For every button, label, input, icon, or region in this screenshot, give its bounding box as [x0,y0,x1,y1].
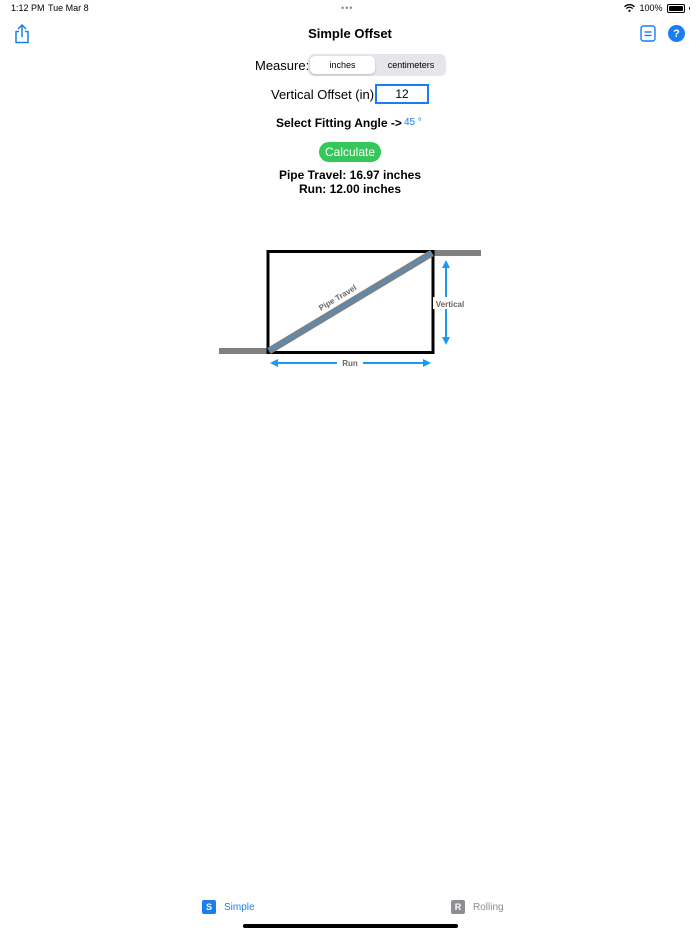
tab-rolling-label: Rolling [473,901,504,913]
tab-simple-label: Simple [224,901,255,913]
simple-badge-icon: S [202,900,216,914]
offset-diagram: Pipe Travel Vertical Run [219,250,481,369]
run-label: Run [342,359,358,368]
lower-pipe [219,348,269,354]
travel-pipe-core [268,252,433,352]
vertical-label: Vertical [436,300,464,309]
rolling-badge-icon: R [451,900,465,914]
upper-pipe [432,250,481,256]
tab-rolling[interactable]: R Rolling [451,900,504,914]
home-indicator[interactable] [243,924,458,928]
tab-simple[interactable]: S Simple [202,900,255,914]
